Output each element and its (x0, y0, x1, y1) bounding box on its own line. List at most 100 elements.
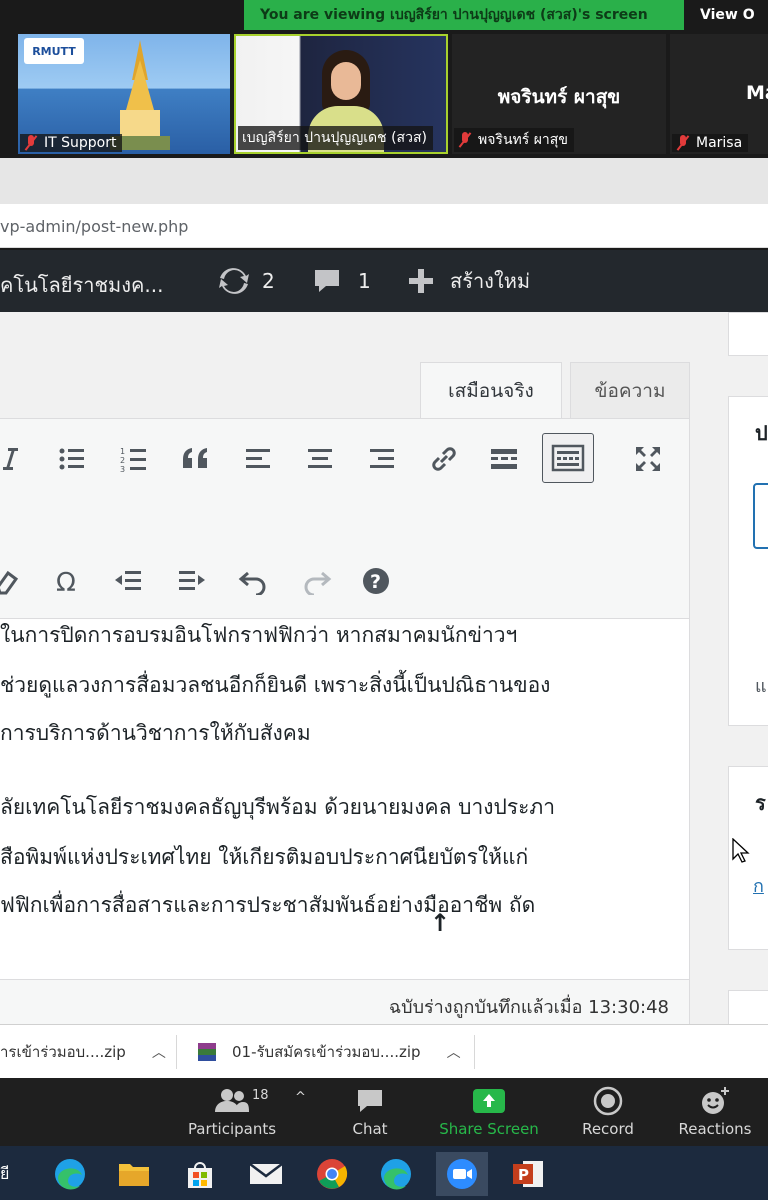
sidebar-link[interactable]: ก (753, 871, 764, 900)
svg-text:1: 1 (120, 447, 125, 456)
svg-text:3: 3 (120, 465, 125, 473)
updates-menu[interactable]: 2 (216, 264, 275, 298)
chevron-up-icon[interactable]: ︿ (447, 1042, 461, 1062)
tab-text[interactable]: ข้อความ (570, 362, 690, 418)
align-left-icon[interactable] (236, 437, 280, 481)
record-label: Record (582, 1120, 634, 1138)
zoom-toolbar: Participants 18 ^ Chat Share Screen Reco… (0, 1078, 768, 1146)
mic-muted-icon (458, 132, 472, 148)
svg-text:2: 2 (120, 456, 125, 465)
plus-icon (409, 269, 433, 293)
mic-muted-icon (676, 135, 690, 151)
file-explorer-icon[interactable] (112, 1152, 156, 1196)
tab-visual[interactable]: เสมือนจริง (420, 362, 562, 418)
arrow-up-icon: ↑ (430, 909, 451, 935)
svg-text:P: P (518, 1166, 529, 1184)
reactions-label: Reactions (678, 1120, 752, 1138)
content-line: ลัยเทคโนโลยีราชมงคลธัญบุรีพร้อม ด้วยนายม… (0, 795, 556, 819)
windows-taskbar: ยี P (0, 1146, 768, 1200)
content-line: การบริการด้านวิชาการให้กับสังคม (0, 721, 311, 745)
downloads-bar: ารเข้าร่วมอบ....zip ︿ 01-รับสมัครเข้าร่ว… (0, 1024, 768, 1078)
svg-text:?: ? (370, 571, 381, 593)
site-title-link[interactable]: คโนโลยีราชมงค... (0, 269, 163, 301)
share-screen-button[interactable]: Share Screen (438, 1078, 540, 1146)
new-content-menu[interactable]: สร้างใหม่ (406, 264, 530, 298)
download-filename: 01-รับสมัครเข้าร่วมอบ....zip (232, 1043, 421, 1061)
mouse-cursor-icon (732, 838, 750, 863)
store-icon[interactable] (178, 1152, 222, 1196)
participants-label: Participants (187, 1120, 277, 1138)
participant-big-name: Ma (746, 82, 768, 104)
caret-up-icon[interactable]: ^ (295, 1090, 306, 1105)
mail-icon[interactable] (244, 1152, 288, 1196)
numbered-list-icon[interactable]: 123 (112, 437, 156, 481)
blockquote-icon[interactable] (174, 437, 218, 481)
chat-button[interactable]: Chat (340, 1078, 400, 1146)
editor-content[interactable]: ในการปิดการอบรมอินโฟกราฟฟิกว่า หากสมาคมน… (0, 619, 689, 935)
record-button[interactable]: Record (576, 1078, 640, 1146)
italic-icon[interactable] (0, 437, 32, 481)
participant-label: เบญสิร์ยา ปานปุญญเดช (สวส) (238, 126, 433, 150)
sidebar-text: แ (755, 676, 767, 697)
download-item[interactable]: 01-รับสมัครเข้าร่วมอบ....zip ︿ (196, 1025, 461, 1079)
align-center-icon[interactable] (298, 437, 342, 481)
participant-tile-speaker[interactable]: เบญสิร์ยา ปานปุญญเดช (สวส) (234, 34, 448, 154)
sidebar-box-title: ป (755, 421, 768, 445)
participants-icon (215, 1089, 249, 1112)
address-bar[interactable]: vp-admin/post-new.php (0, 204, 768, 248)
content-line: ฟฟิกเพื่อการสื่อสารและการประชาสัมพันธ์อย… (0, 893, 536, 917)
reactions-button[interactable]: Reactions (676, 1078, 754, 1146)
wp-admin-bar: คโนโลยีราชมงค... 2 1 สร้างใหม่ (0, 250, 768, 312)
editor-toolbar: 123 Ω ? (0, 419, 689, 619)
sidebar-box-title: ร (755, 791, 766, 815)
chevron-up-icon[interactable]: ︿ (152, 1042, 166, 1062)
redo-icon[interactable] (294, 559, 338, 603)
toolbar-toggle-icon[interactable] (542, 433, 594, 483)
updates-count: 2 (262, 269, 275, 293)
participant-tile-it-support[interactable]: RMUTT IT Support (18, 34, 230, 154)
sidebar-button[interactable] (753, 483, 768, 549)
archive-icon (198, 1043, 216, 1061)
content-line: สือพิมพ์แห่งประเทศไทย ให้เกียรติมอบประกา… (0, 845, 529, 869)
divider (474, 1035, 475, 1069)
special-character-icon[interactable]: Ω (46, 559, 90, 603)
powerpoint-icon[interactable]: P (506, 1152, 550, 1196)
clear-formatting-icon[interactable] (0, 559, 30, 603)
editor-status-bar: ฉบับร่างถูกบันทึกแล้วเมื่อ 13:30:48 (0, 979, 689, 1027)
participant-tile-marisa[interactable]: Ma Marisa (670, 34, 768, 154)
chat-label: Chat (352, 1120, 388, 1138)
browser-tab-strip (0, 158, 768, 204)
view-options-button[interactable]: View O (700, 0, 755, 30)
taskbar-text: ยี (0, 1164, 10, 1183)
participant-name: พจรินทร์ ผาสุข (478, 132, 568, 148)
mic-muted-icon (24, 135, 38, 151)
participant-name: Marisa (696, 135, 743, 151)
link-icon[interactable] (422, 437, 466, 481)
participant-tile-photjarin[interactable]: พจรินทร์ ผาสุข พจรินทร์ ผาสุข (452, 34, 666, 154)
sidebar-box-top (728, 312, 768, 356)
align-right-icon[interactable] (360, 437, 404, 481)
participant-big-name: พจรินทร์ ผาสุข (497, 86, 621, 108)
edge-icon[interactable] (374, 1152, 418, 1196)
url-text[interactable]: vp-admin/post-new.php (0, 217, 188, 236)
indent-icon[interactable] (170, 559, 214, 603)
outdent-icon[interactable] (106, 559, 150, 603)
undo-icon[interactable] (232, 559, 276, 603)
post-editor-page: เสมือนจริง ข้อความ 123 Ω ? ในการปิดการอบ… (0, 312, 768, 1030)
share-screen-label: Share Screen (439, 1120, 539, 1138)
chat-icon (358, 1090, 382, 1112)
viewing-banner: You are viewing เบญสิร์ยา ปานปุญญเดช (สว… (244, 0, 684, 30)
participant-name: IT Support (44, 135, 117, 151)
download-item[interactable]: ารเข้าร่วมอบ....zip ︿ (0, 1025, 166, 1079)
help-icon[interactable]: ? (354, 559, 398, 603)
fullscreen-icon[interactable] (626, 437, 670, 481)
edge-icon[interactable] (48, 1152, 92, 1196)
chrome-icon[interactable] (310, 1152, 354, 1196)
participant-name: เบญสิร์ยา ปานปุญญเดช (สวส) (242, 130, 427, 146)
bullet-list-icon[interactable] (50, 437, 94, 481)
divider (176, 1035, 177, 1069)
read-more-icon[interactable] (482, 437, 526, 481)
svg-text:Ω: Ω (56, 568, 76, 595)
zoom-icon[interactable] (436, 1152, 488, 1196)
comments-menu[interactable]: 1 (312, 264, 371, 298)
